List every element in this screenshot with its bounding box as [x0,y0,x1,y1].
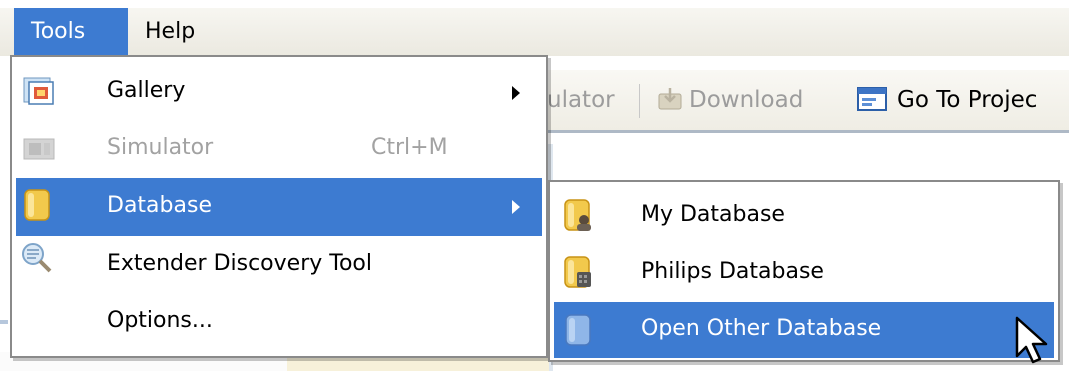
menu-item-label: Database [107,193,212,218]
discovery-icon [22,243,52,273]
gallery-icon [23,77,54,105]
submenu-item-label: Philips Database [641,259,824,284]
submenu-item-my-database[interactable]: My Database [554,188,1054,244]
database-icon [24,189,50,221]
mouse-cursor-icon [1015,316,1048,364]
menu-item-label: Simulator [107,135,214,160]
submenu-item-label: Open Other Database [641,316,882,341]
toolbar-simulator-label: ulator [547,87,615,113]
submenu-arrow-icon [512,200,520,214]
menu-item-options[interactable]: Options... [16,294,542,350]
submenu-item-open-other-database[interactable]: Open Other Database [554,302,1054,358]
database-submenu: My Database Philips Database Open Other … [548,180,1060,362]
philips-database-icon [564,256,591,288]
submenu-item-label: My Database [641,202,785,227]
menu-item-extender-discovery-tool[interactable]: Extender Discovery Tool [16,237,542,293]
menu-item-database[interactable]: Database [16,178,542,236]
open-database-icon [565,314,591,346]
simulator-icon [23,138,55,160]
toolbar-download-label: Download [689,87,804,113]
toolbar: ulator Download Go To Projec [547,70,1069,133]
menu-tools[interactable]: Tools [14,8,128,56]
toolbar-separator [639,84,640,118]
submenu-arrow-icon [512,86,520,100]
window-top-edge [0,0,1069,8]
toolbar-goto-project-button[interactable]: Go To Projec [857,70,1037,130]
project-window-icon [857,86,887,111]
menu-item-label: Options... [107,308,213,333]
menu-item-label: Gallery [107,78,186,103]
my-database-icon [564,199,591,231]
toolbar-simulator-button[interactable]: ulator [547,70,615,130]
toolbar-goto-label: Go To Projec [897,87,1038,113]
menu-item-label: Extender Discovery Tool [107,251,372,276]
menu-bar: Tools Help [0,8,1069,56]
menu-item-simulator[interactable]: Simulator Ctrl+M [16,121,542,177]
menu-help[interactable]: Help [128,8,218,56]
download-icon [658,87,682,109]
shortcut-label: Ctrl+M [371,135,448,160]
tools-dropdown-menu: Gallery Simulator Ctrl+M Database Extend… [10,55,548,358]
menu-item-gallery[interactable]: Gallery [16,65,542,120]
toolbar-download-button[interactable]: Download [657,70,803,130]
submenu-item-philips-database[interactable]: Philips Database [554,245,1054,301]
background-line [0,320,8,324]
